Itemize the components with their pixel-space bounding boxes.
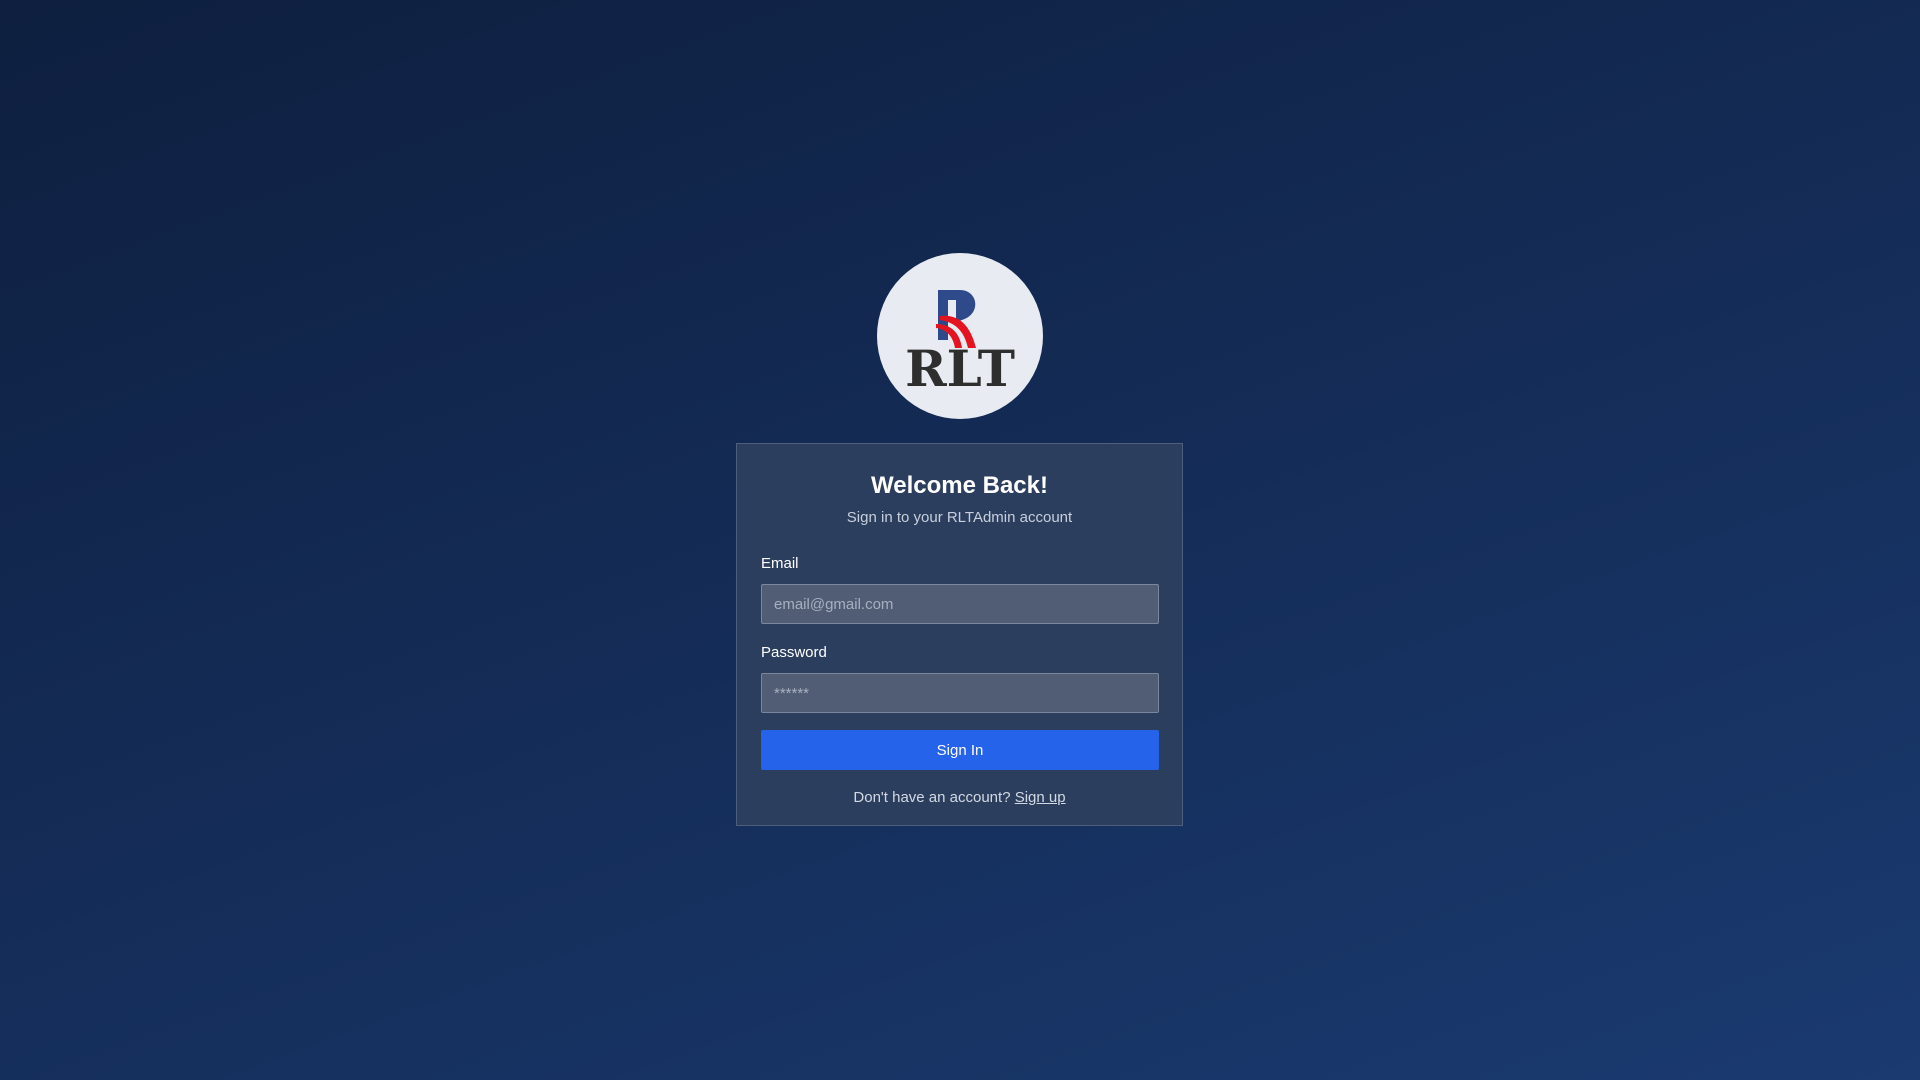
rlt-logo-icon: RLT — [905, 290, 1015, 396]
signup-prompt-text: Don't have an account? — [853, 789, 1011, 806]
page-subtitle: Sign in to your RLTAdmin account — [846, 509, 1073, 526]
email-field[interactable] — [761, 584, 1159, 624]
password-field[interactable] — [761, 673, 1159, 713]
sign-up-link[interactable]: Sign up — [1015, 789, 1066, 806]
page-title: Welcome Back! — [871, 472, 1048, 499]
logo: RLT — [877, 253, 1043, 419]
email-label: Email — [761, 555, 799, 572]
svg-text:RLT: RLT — [905, 339, 1015, 396]
login-card: Welcome Back! Sign in to your RLTAdmin a… — [736, 443, 1183, 826]
signup-prompt: Don't have an account? Sign up — [761, 788, 1158, 808]
sign-in-button[interactable]: Sign In — [761, 730, 1159, 770]
password-label: Password — [761, 644, 827, 661]
